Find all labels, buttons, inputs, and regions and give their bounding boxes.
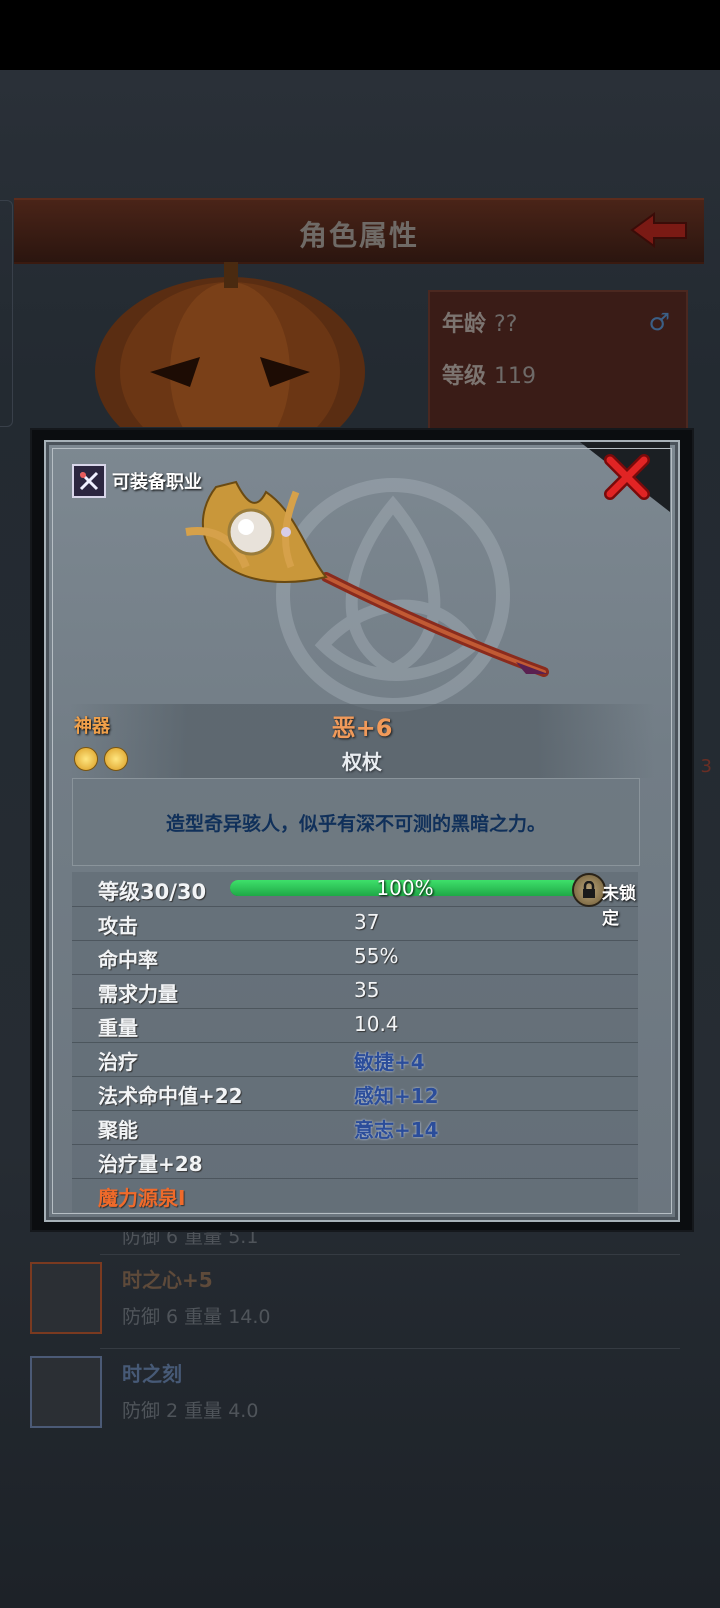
list-item-stat: 防御 6 重量 14.0 bbox=[122, 1306, 271, 1328]
stat-bonus: 感知+12 bbox=[354, 1084, 439, 1108]
crossed-tools-icon bbox=[72, 464, 106, 498]
item-type: 权杖 bbox=[342, 750, 382, 774]
list-item-stat: 防御 2 重量 4.0 bbox=[122, 1400, 259, 1422]
stat-label: 治疗 bbox=[98, 1050, 138, 1074]
close-icon[interactable] bbox=[602, 452, 652, 502]
item-level-label: 等级30/30 bbox=[98, 880, 207, 904]
stat-row: 需求力量 35 bbox=[72, 974, 638, 1009]
armor-thumbnail bbox=[30, 1262, 102, 1334]
level-row: 等级30/30 100% 未锁定 bbox=[72, 872, 638, 929]
age-value: ?? bbox=[494, 312, 518, 337]
stat-row: 重量 10.4 bbox=[72, 1008, 638, 1043]
stat-label: 聚能 bbox=[98, 1118, 138, 1142]
stat-value: 10.4 bbox=[354, 1012, 399, 1036]
scepter-item-image bbox=[185, 480, 549, 677]
stat-row: 命中率 55% bbox=[72, 940, 638, 975]
level-info-row: 等级 119 bbox=[442, 358, 536, 390]
item-detail-panel: 可装备职业 神器 恶+6 权杖 造型奇异骇人，似乎有深不可测的黑暗之力。 等级3… bbox=[44, 440, 680, 1222]
stat-value: 37 bbox=[354, 910, 380, 934]
stat-row: 魔力源泉I bbox=[72, 1178, 638, 1212]
stat-label: 需求力量 bbox=[98, 982, 178, 1006]
stat-label: 重量 bbox=[98, 1016, 138, 1040]
stat-row: 法术命中值+22 感知+12 bbox=[72, 1076, 638, 1111]
item-detail-modal: 可装备职业 神器 恶+6 权杖 造型奇异骇人，似乎有深不可测的黑暗之力。 等级3… bbox=[30, 428, 694, 1232]
back-arrow-icon[interactable] bbox=[630, 210, 690, 250]
special-effect-label: 魔力源泉I bbox=[98, 1186, 186, 1210]
age-label: 年龄 bbox=[442, 312, 487, 337]
character-info-panel: 年龄?? ♂ 等级 119 bbox=[428, 290, 688, 434]
stat-label: 命中率 bbox=[98, 948, 158, 972]
item-description-box: 造型奇异骇人，似乎有深不可测的黑暗之力。 bbox=[72, 778, 640, 866]
item-stats-table: 等级30/30 100% 未锁定 攻击 37 命中率 55% 需求力量 35 重… bbox=[72, 872, 638, 1212]
age-row: 年龄?? bbox=[442, 306, 517, 338]
stat-row: 攻击 37 bbox=[72, 906, 638, 941]
stat-value: 55% bbox=[354, 944, 399, 968]
stat-bonus: 敏捷+4 bbox=[354, 1050, 425, 1074]
item-description: 造型奇异骇人，似乎有深不可测的黑暗之力。 bbox=[165, 813, 546, 835]
divider bbox=[100, 1254, 680, 1255]
top-status-bar bbox=[0, 0, 720, 70]
list-item-name: 时之心+5 bbox=[122, 1268, 213, 1292]
male-icon: ♂ bbox=[648, 308, 670, 336]
level-info-value: 119 bbox=[494, 364, 537, 389]
stat-row: 治疗量+28 bbox=[72, 1144, 638, 1179]
divider bbox=[100, 1348, 680, 1349]
level-info-label: 等级 bbox=[442, 364, 487, 389]
pumpkin-portrait bbox=[95, 262, 365, 427]
side-number: 3 bbox=[700, 756, 712, 777]
stat-bonus: 意志+14 bbox=[354, 1118, 439, 1142]
stat-row: 聚能 意志+14 bbox=[72, 1110, 638, 1145]
list-item[interactable]: 时之心+5 防御 6 重量 14.0 bbox=[30, 1262, 690, 1342]
left-edge-panel bbox=[0, 200, 13, 427]
item-name: 恶+6 bbox=[331, 714, 393, 742]
lock-icon[interactable] bbox=[572, 873, 606, 907]
boots-thumbnail bbox=[30, 1356, 102, 1428]
list-item[interactable]: 时之刻 防御 2 重量 4.0 bbox=[30, 1356, 690, 1436]
page-title: 角色属性 bbox=[298, 219, 419, 252]
stat-value: 35 bbox=[354, 978, 380, 1002]
xp-percent: 100% bbox=[376, 876, 434, 900]
list-item-name: 时之刻 bbox=[122, 1362, 182, 1386]
background-header: 角色属性 bbox=[14, 198, 704, 264]
stat-label: 治疗量+28 bbox=[98, 1152, 203, 1176]
stat-label: 法术命中值+22 bbox=[98, 1084, 243, 1108]
stat-row: 治疗 敏捷+4 bbox=[72, 1042, 638, 1077]
stat-label: 攻击 bbox=[98, 914, 138, 938]
